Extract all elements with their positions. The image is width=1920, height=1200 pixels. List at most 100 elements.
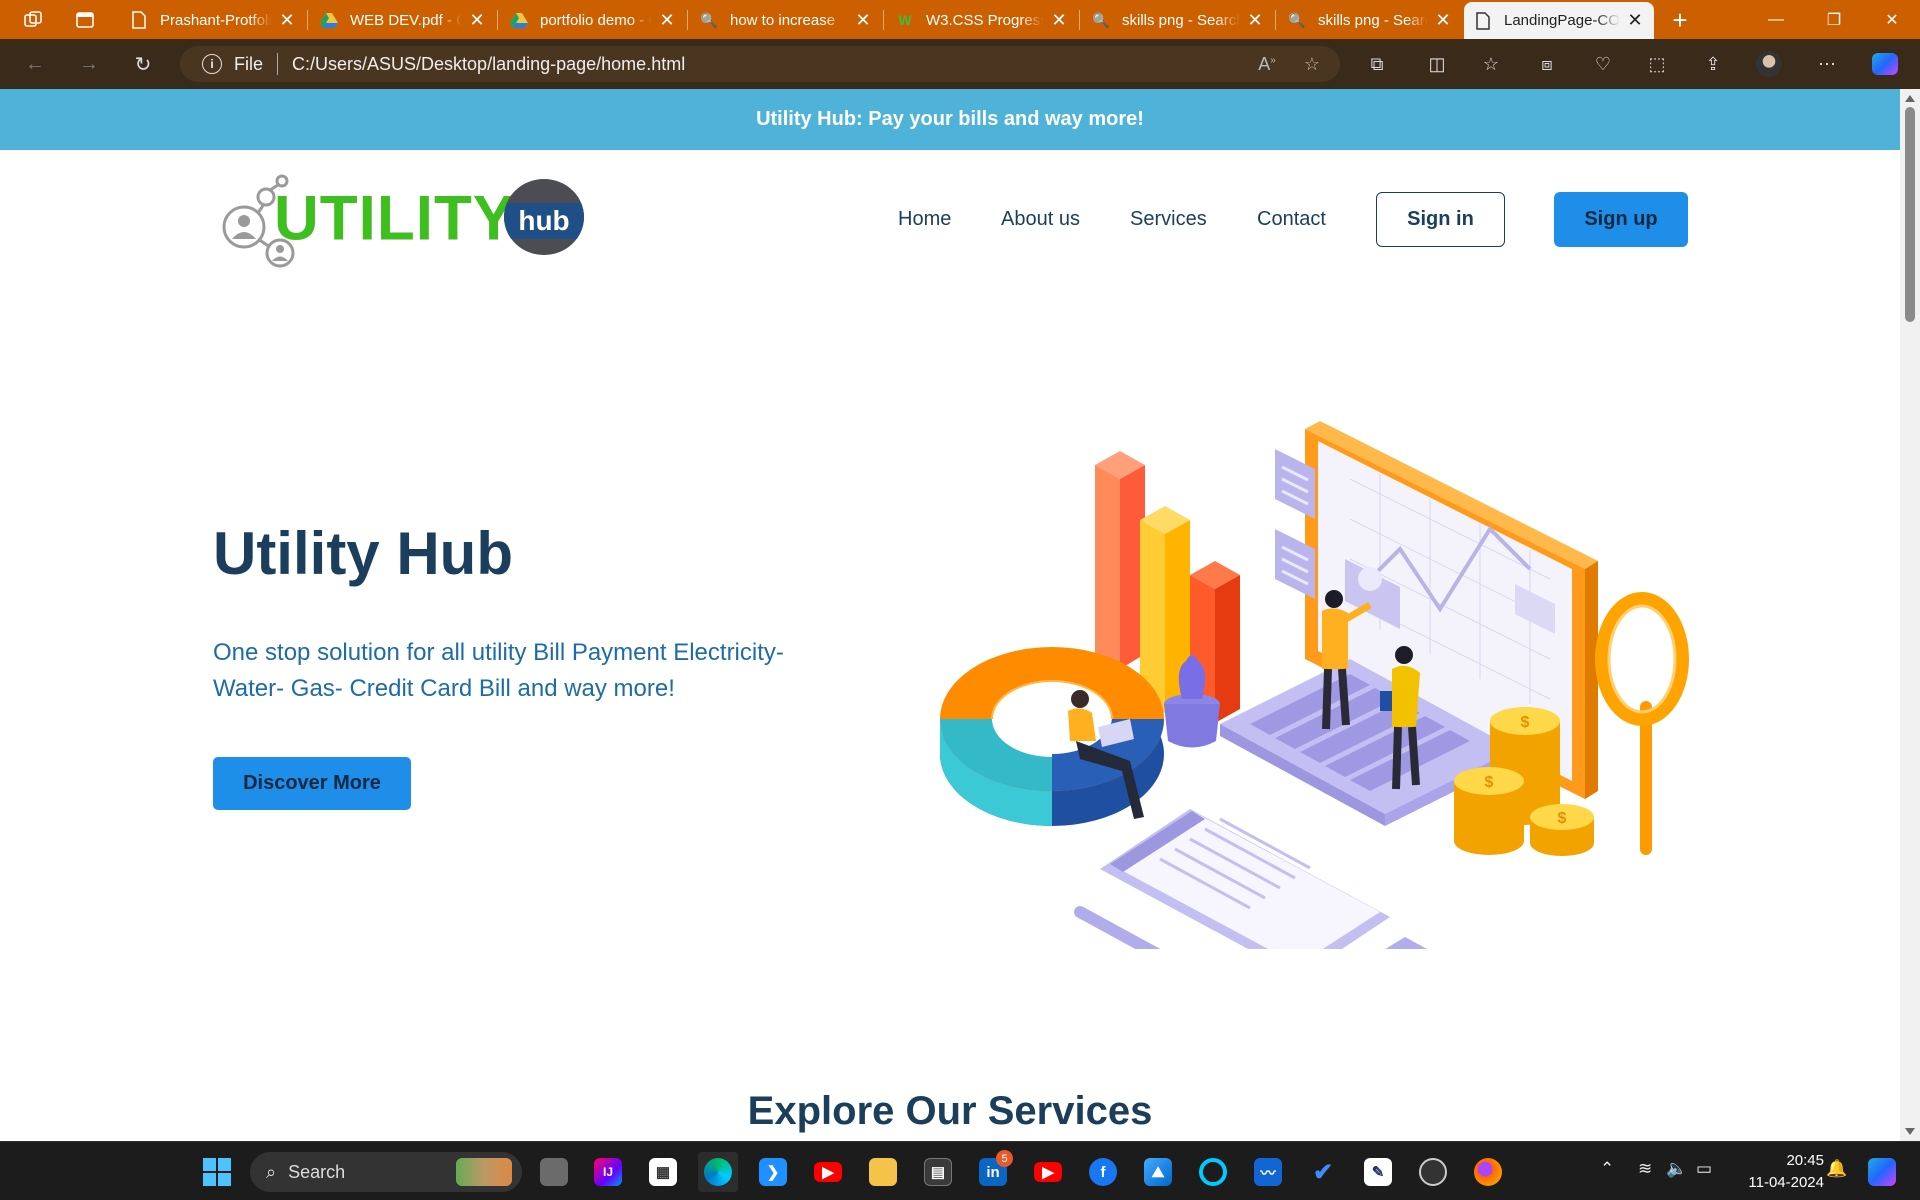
services-section-title: Explore Our Services [747,1089,1153,1133]
utility-hub-logo[interactable]: UTILITY hub [218,167,590,277]
copilot-taskbar-icon[interactable] [1862,1152,1902,1192]
nav-about-us[interactable]: About us [1001,208,1080,231]
minimize-icon[interactable]: — [1748,0,1804,39]
close-tab-icon[interactable]: ✕ [1434,10,1452,31]
scroll-up-arrow-icon[interactable] [1905,95,1915,102]
scroll-down-arrow-icon[interactable] [1905,1128,1915,1135]
browser-essentials-icon[interactable]: ♡ [1588,51,1618,77]
hero-illustration: $ $ $ [940,421,1689,949]
svg-text:$: $ [1485,774,1494,791]
tab-title: LandingPage-CO [1504,12,1620,29]
logo-hub-badge: hub [504,179,584,255]
address-bar[interactable]: i File C:/Users/ASUS/Desktop/landing-pag… [180,46,1340,82]
close-tab-icon[interactable]: ✕ [1626,10,1644,31]
vscode-icon[interactable]: ❯ [753,1152,793,1192]
whiteboard-icon[interactable]: 〰 [1248,1152,1288,1192]
browser-tab[interactable]: W W3.CSS Progress Bars ✕ [886,3,1078,37]
edge-icon[interactable] [698,1152,738,1192]
youtube-icon[interactable]: ▶ [808,1152,848,1192]
sketch-icon[interactable]: ✎ [1358,1152,1398,1192]
hero-title: Utility Hub [213,520,513,587]
nav-contact[interactable]: Contact [1257,208,1326,231]
back-icon[interactable]: ← [20,50,50,78]
browser-tab[interactable]: 🔍 skills png - Search ✕ [1278,3,1462,37]
magnifier-illustration [1595,592,1689,855]
search-icon: ⌕ [266,1161,277,1182]
restore-icon[interactable]: ❐ [1806,0,1862,39]
sign-up-button[interactable]: Sign up [1554,192,1688,247]
tab-actions-icon[interactable] [72,7,98,33]
alexa-icon[interactable] [1193,1152,1233,1192]
svg-text:$: $ [1521,714,1530,731]
close-tab-icon[interactable]: ✕ [854,10,872,31]
nav-services[interactable]: Services [1130,208,1207,231]
taskbar-search[interactable]: ⌕ Search [250,1152,522,1192]
tab-title: skills png - Search [1318,11,1428,29]
system-clock[interactable]: 20:45 11-04-2024 [1728,1150,1824,1194]
share-icon[interactable]: ⇪ [1698,51,1728,77]
browser-tab[interactable]: Prashant-Protfolio ✕ [120,3,306,37]
close-tab-icon[interactable]: ✕ [278,10,296,31]
volume-icon[interactable]: 🔈 [1666,1159,1687,1179]
tab-title: WEB DEV.pdf - Google Drive [350,11,462,29]
file-explorer-icon[interactable] [863,1152,903,1192]
sign-in-button[interactable]: Sign in [1376,192,1505,247]
browser-tab[interactable]: 🔍 skills png - Search ✕ [1082,3,1274,37]
copilot-icon[interactable] [1870,51,1900,77]
facebook-icon[interactable]: f [1083,1152,1123,1192]
wifi-icon[interactable]: ≋ [1638,1159,1652,1179]
collections-icon[interactable]: ⧈ [1532,51,1562,77]
refresh-icon[interactable]: ↻ [128,50,158,78]
new-tab-button[interactable]: + [1660,3,1700,37]
browser-tab-active[interactable]: LandingPage-CO ✕ [1464,2,1654,39]
page-scrollbar[interactable] [1900,89,1920,1141]
favorites-icon[interactable]: ☆ [1476,51,1506,77]
browser-tab[interactable]: 🔍 how to increase ✕ [690,3,882,37]
close-window-icon[interactable]: ✕ [1864,0,1920,39]
screenshot-icon[interactable]: ⬚ [1642,51,1672,77]
photos-icon[interactable]: ⛰ [1138,1152,1178,1192]
announcement-text: Utility Hub: Pay your bills and way more… [756,108,1144,130]
show-hidden-icons-icon[interactable]: ⌃ [1600,1159,1614,1179]
tab-title: Prashant-Protfolio [160,11,272,29]
browser-tab[interactable]: portfolio demo - Google Drive ✕ [500,3,686,37]
announcement-bar: Utility Hub: Pay your bills and way more… [0,89,1900,150]
workspaces-icon[interactable] [20,7,46,33]
site-info-icon[interactable]: i [202,54,222,74]
tab-title: skills png - Search [1122,11,1240,29]
split-screen-icon[interactable]: ◫ [1422,51,1452,77]
todo-icon[interactable]: ✔ [1303,1152,1343,1192]
close-tab-icon[interactable]: ✕ [1050,10,1068,31]
w3-icon: W [898,12,912,28]
battery-icon[interactable]: ▭ [1696,1159,1712,1179]
discover-more-button[interactable]: Discover More [213,757,411,810]
start-icon[interactable] [197,1152,237,1192]
taskbar-search-label: Search [288,1161,346,1182]
favorite-star-icon[interactable]: ☆ [1304,54,1320,75]
close-tab-icon[interactable]: ✕ [468,10,486,31]
windows-taskbar: ⌕ Search IJ ▦ ❯ ▶ ▤ in 5 ▶ f ⛰ 〰 ✔ ✎ ⌃ ≋… [0,1141,1920,1200]
nav-home[interactable]: Home [898,208,951,231]
notification-badge: 5 [996,1150,1013,1167]
store-icon[interactable]: ▦ [643,1152,683,1192]
read-aloud-icon[interactable]: A» [1258,54,1276,75]
search-icon: 🔍 [1288,11,1306,28]
linkedin-icon[interactable]: in 5 [973,1150,1013,1192]
notifications-bell-icon[interactable]: 🔔 [1826,1159,1847,1179]
extensions-icon[interactable]: ⧉ [1362,51,1392,77]
url-text[interactable]: C:/Users/ASUS/Desktop/landing-page/home.… [292,54,685,75]
firefox-icon[interactable] [1468,1152,1508,1192]
browser-tab[interactable]: WEB DEV.pdf - Google Drive ✕ [310,3,496,37]
settings-more-icon[interactable]: ⋯ [1812,51,1842,77]
intellij-icon[interactable]: IJ [588,1152,628,1192]
calculator-icon[interactable]: ▤ [918,1152,958,1192]
web-page: Utility Hub: Pay your bills and way more… [0,89,1900,1141]
task-view-icon[interactable] [534,1152,574,1192]
youtube-icon[interactable]: ▶ [1028,1152,1068,1192]
close-tab-icon[interactable]: ✕ [1246,10,1264,31]
close-tab-icon[interactable]: ✕ [658,10,676,31]
forward-icon[interactable]: → [74,50,104,78]
scrollbar-thumb[interactable] [1905,107,1915,322]
profile-avatar[interactable] [1754,51,1784,77]
obs-icon[interactable] [1413,1152,1453,1192]
